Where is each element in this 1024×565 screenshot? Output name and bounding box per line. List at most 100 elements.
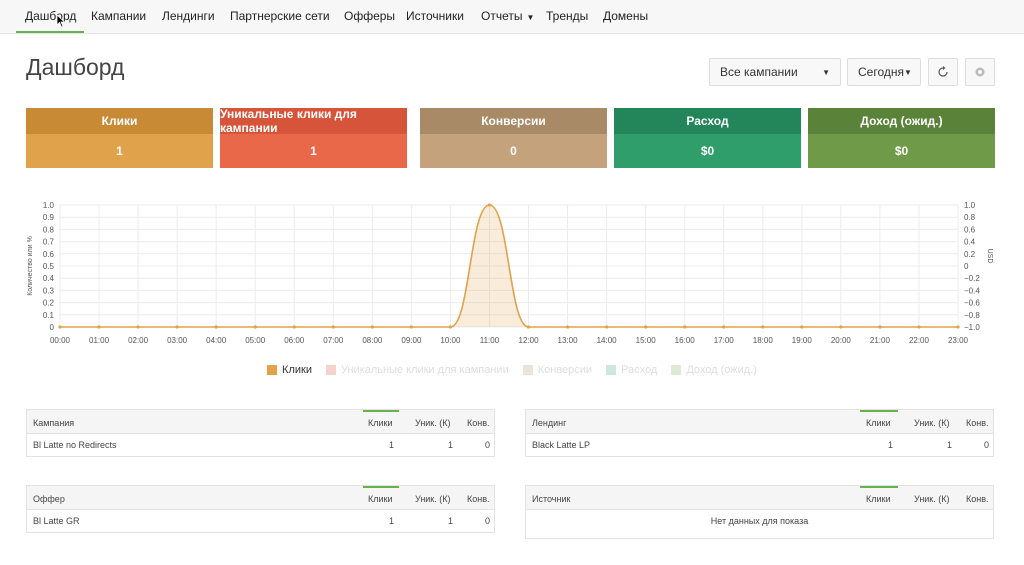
data-point[interactable] <box>97 325 101 329</box>
sort-indicator <box>363 410 399 412</box>
legend-swatch <box>671 365 682 375</box>
table-row[interactable]: Bl Latte GR 1 1 0 <box>27 510 494 532</box>
nav-item-offers[interactable]: Офферы <box>344 9 395 23</box>
data-point[interactable] <box>526 325 531 329</box>
x-tick-label: 23:00 <box>948 336 969 345</box>
y2-tick-label: 0 <box>964 262 969 271</box>
nav-item-landings[interactable]: Лендинги <box>162 9 215 23</box>
column-header-unique[interactable]: Уник. (К) <box>415 494 451 504</box>
legend-label: Расход <box>621 364 658 376</box>
date-filter-dropdown[interactable]: Сегодня ▼ <box>847 58 921 86</box>
table-cell-name: Black Latte LP <box>532 440 591 450</box>
table-cell-clicks: 1 <box>389 516 395 526</box>
data-point[interactable] <box>605 325 609 329</box>
settings-button[interactable] <box>965 58 995 86</box>
y-tick-label: 0.3 <box>43 286 55 295</box>
data-point[interactable] <box>917 325 921 329</box>
stat-card-value: 0 <box>510 144 517 158</box>
x-tick-label: 08:00 <box>362 336 383 345</box>
stat-card-conversions: Конверсии 0 <box>420 108 607 168</box>
legend-item-revenue[interactable]: Доход (ожид.) <box>671 362 757 378</box>
data-point[interactable] <box>253 325 257 329</box>
legend-item-conversions[interactable]: Конверсии <box>522 362 593 378</box>
y2-tick-label: −0.4 <box>964 286 980 295</box>
column-header-unique[interactable]: Уник. (К) <box>914 418 950 428</box>
mouse-cursor-icon <box>56 14 66 28</box>
column-header-conversions[interactable]: Конв. <box>966 494 989 504</box>
legend-item-spend[interactable]: Расход <box>606 362 657 378</box>
sort-indicator <box>860 486 898 488</box>
x-tick-label: 10:00 <box>440 336 461 345</box>
table-header: Кампания Клики Уник. (К) Конв. <box>27 410 494 434</box>
data-point[interactable] <box>448 325 453 329</box>
column-header-unique[interactable]: Уник. (К) <box>914 494 950 504</box>
nav-item-domains[interactable]: Домены <box>603 9 648 23</box>
nav-item-reports-label: Отчеты <box>481 9 523 23</box>
x-tick-label: 20:00 <box>831 336 852 345</box>
table-cell-unique: 1 <box>448 516 454 526</box>
nav-item-affiliate-networks[interactable]: Партнерские сети <box>230 9 330 23</box>
y2-tick-label: −1.0 <box>964 323 980 332</box>
column-header-clicks[interactable]: Клики <box>866 494 891 504</box>
legend-item-clicks[interactable]: Клики <box>267 362 312 378</box>
legend-label: Конверсии <box>537 364 593 376</box>
x-tick-label: 19:00 <box>792 336 813 345</box>
top-nav: Дашборд Кампании Лендинги Партнерские се… <box>0 0 1024 34</box>
stat-card-value: 1 <box>116 144 123 158</box>
table-row[interactable]: Black Latte LP 1 1 0 <box>526 434 993 456</box>
data-point[interactable] <box>722 325 726 329</box>
legend-swatch <box>522 365 533 375</box>
x-tick-label: 07:00 <box>323 336 344 345</box>
table-cell-unique: 1 <box>448 440 454 450</box>
data-point[interactable] <box>175 325 179 329</box>
column-header-unique[interactable]: Уник. (К) <box>415 418 451 428</box>
column-header-conversions[interactable]: Конв. <box>966 418 989 428</box>
data-point[interactable] <box>409 325 413 329</box>
legend-label: Клики <box>282 364 312 376</box>
column-header-conversions[interactable]: Конв. <box>467 418 490 428</box>
y-tick-label: 0.4 <box>43 274 55 283</box>
column-header-clicks[interactable]: Клики <box>368 494 393 504</box>
x-tick-label: 06:00 <box>284 336 305 345</box>
data-point[interactable] <box>761 325 765 329</box>
nav-item-campaigns[interactable]: Кампании <box>91 9 146 23</box>
nav-item-reports[interactable]: Отчеты ▼ <box>481 9 534 23</box>
column-header-campaign[interactable]: Кампания <box>33 418 74 428</box>
data-point[interactable] <box>878 325 882 329</box>
legend-swatch <box>267 365 278 375</box>
data-point[interactable] <box>370 325 374 329</box>
campaign-filter-dropdown[interactable]: Все кампании ▼ <box>709 58 841 86</box>
data-point[interactable] <box>136 325 140 329</box>
column-header-clicks[interactable]: Клики <box>368 418 393 428</box>
data-point[interactable] <box>800 325 804 329</box>
nav-item-sources[interactable]: Источники <box>406 9 464 23</box>
refresh-button[interactable] <box>928 58 958 86</box>
table-header: Источник Клики Уник. (К) Конв. <box>526 486 993 510</box>
data-point[interactable] <box>214 325 218 329</box>
legend-item-unique-clicks[interactable]: Уникальные клики для кампании <box>325 362 509 378</box>
y2-tick-label: 1.0 <box>964 201 976 210</box>
refresh-icon <box>938 66 948 77</box>
data-point[interactable] <box>331 325 335 329</box>
y-tick-label: 0.6 <box>43 250 55 259</box>
legend-swatch <box>325 365 336 375</box>
table-row[interactable]: Bl Latte no Redirects 1 1 0 <box>27 434 494 456</box>
data-point[interactable] <box>839 325 843 329</box>
data-point[interactable] <box>58 325 62 329</box>
x-tick-label: 21:00 <box>870 336 891 345</box>
column-header-source[interactable]: Источник <box>532 494 570 504</box>
table-cell-conversions: 0 <box>485 440 491 450</box>
column-header-offer[interactable]: Оффер <box>33 494 65 504</box>
column-header-clicks[interactable]: Клики <box>866 418 891 428</box>
column-header-landing[interactable]: Лендинг <box>532 418 566 428</box>
nav-item-dashboard[interactable]: Дашборд <box>25 9 76 23</box>
y-tick-label: 0.2 <box>43 299 55 308</box>
nav-item-trends[interactable]: Тренды <box>546 9 588 23</box>
column-header-conversions[interactable]: Конв. <box>467 494 490 504</box>
data-point[interactable] <box>644 325 648 329</box>
data-point[interactable] <box>956 325 960 329</box>
data-point[interactable] <box>683 325 687 329</box>
data-point[interactable] <box>565 325 570 329</box>
data-point[interactable] <box>487 203 492 207</box>
data-point[interactable] <box>292 325 296 329</box>
